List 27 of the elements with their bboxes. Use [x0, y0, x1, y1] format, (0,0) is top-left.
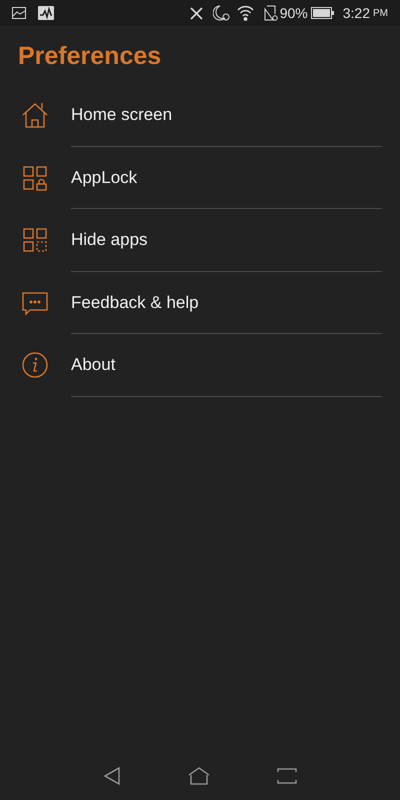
preference-item[interactable]: AppLock: [0, 146, 400, 209]
grid-icon: [21, 226, 49, 254]
item-label: Home screen: [71, 104, 172, 126]
lock-grid-icon: [21, 164, 49, 192]
cross-icon: [190, 6, 203, 20]
moon-alarm-icon: [212, 5, 231, 21]
image-icon: [12, 7, 26, 19]
house-icon: [21, 101, 49, 130]
home-icon[interactable]: [188, 767, 210, 785]
info-icon: [21, 351, 49, 380]
recents-icon[interactable]: [276, 768, 297, 784]
pulse-icon: [38, 6, 54, 20]
battery-icon: [310, 7, 335, 19]
item-label: Hide apps: [71, 229, 148, 251]
battery-percent: 90%: [280, 4, 308, 22]
preference-item[interactable]: Home screen: [0, 84, 400, 146]
page-title: Preferences: [18, 41, 162, 72]
item-label: About: [71, 354, 116, 376]
clock: 3:22: [342, 4, 370, 22]
back-icon[interactable]: [103, 767, 122, 785]
item-label: AppLock: [71, 166, 138, 188]
item-label: Feedback & help: [71, 292, 199, 314]
wifi-icon: [236, 5, 254, 21]
time-suffix: PM: [373, 6, 388, 20]
preference-item[interactable]: Hide apps: [0, 209, 400, 272]
preference-item[interactable]: Feedback & help: [0, 272, 400, 334]
preference-item[interactable]: About: [0, 334, 400, 396]
